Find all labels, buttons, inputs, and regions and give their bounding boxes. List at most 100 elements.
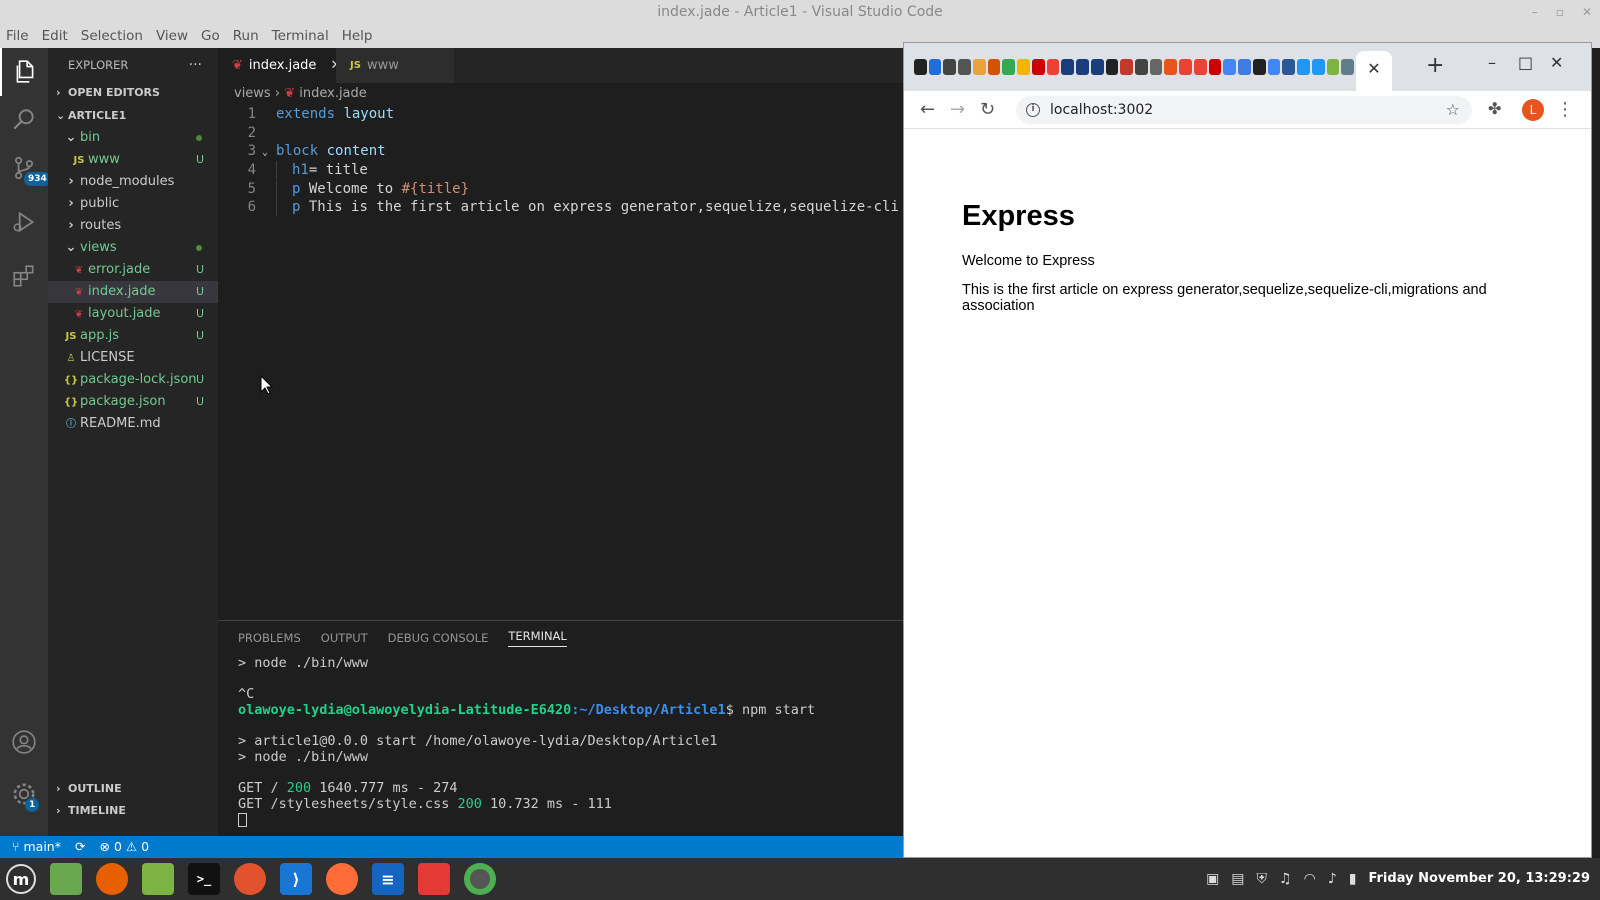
files-folder-icon[interactable] — [50, 863, 82, 895]
battery-icon[interactable]: ▮ — [1349, 858, 1357, 900]
pinned-tab-favicon[interactable] — [1031, 59, 1045, 75]
forward-icon[interactable]: → — [950, 99, 965, 120]
tree-item[interactable]: ♙ LICENSE — [48, 347, 218, 369]
tab-problems[interactable]: PROBLEMS — [238, 631, 301, 645]
pinned-tab-favicon[interactable] — [914, 59, 927, 75]
info-icon[interactable]: i — [1026, 103, 1040, 117]
pinned-tab-favicon[interactable] — [1282, 59, 1296, 75]
active-tab[interactable]: ✕ — [1356, 51, 1392, 91]
more-actions-icon[interactable]: ··· — [189, 48, 202, 82]
terminal-app-icon[interactable]: >_ — [188, 863, 220, 895]
menu-terminal[interactable]: Terminal — [272, 24, 329, 48]
pinned-tab-favicon[interactable] — [1208, 59, 1222, 75]
pinned-tab-favicon[interactable] — [987, 59, 1001, 75]
pinned-tab-favicon[interactable] — [1076, 59, 1089, 75]
terminal[interactable]: > node ./bin/www ^C olawoye-lydia@olawoy… — [218, 655, 903, 828]
postman-alt-icon[interactable] — [326, 863, 358, 895]
close-icon[interactable]: ✕ — [1367, 59, 1380, 78]
tree-item[interactable]: ⌄ bin — [48, 127, 218, 149]
pinned-tab-favicon[interactable] — [1090, 59, 1104, 75]
menu-file[interactable]: File — [6, 24, 29, 48]
chrome-app-icon[interactable] — [464, 863, 496, 895]
camera-icon[interactable]: ▣ — [1206, 858, 1219, 900]
sync-icon[interactable]: ⟳ — [75, 836, 85, 858]
project-section[interactable]: ⌄ ARTICLE1 — [48, 105, 218, 127]
pinned-tab-favicon[interactable] — [943, 59, 957, 75]
close-icon[interactable]: ✕ — [1582, 0, 1592, 24]
menu-help[interactable]: Help — [342, 24, 373, 48]
tab-www[interactable]: JS www — [336, 48, 454, 83]
minimize-icon[interactable]: – — [1532, 0, 1538, 24]
pinned-tab-favicon[interactable] — [1120, 59, 1134, 75]
new-tab-icon[interactable]: + — [1426, 53, 1444, 78]
reload-icon[interactable]: ↻ — [980, 99, 995, 120]
clipboard-icon[interactable]: ▤ — [1231, 858, 1244, 900]
tree-item[interactable]: ❦ error.jade U — [48, 259, 218, 281]
code-editor[interactable]: 1 extends layout 2 3 ⌄ block content 4 h1= t… — [218, 105, 903, 217]
shield-icon[interactable]: ⛨ — [1257, 858, 1268, 900]
extensions-puzzle-icon[interactable]: ✤ — [1488, 99, 1501, 118]
back-icon[interactable]: ← — [920, 99, 935, 120]
music-icon[interactable]: ♫ — [1279, 858, 1292, 900]
tree-item[interactable]: JS www U — [48, 149, 218, 171]
maximize-icon[interactable]: ▫ — [1556, 0, 1564, 24]
pinned-tab-favicon[interactable] — [1179, 59, 1192, 75]
menu-view[interactable]: View — [156, 24, 188, 48]
tree-item[interactable]: › routes — [48, 215, 218, 237]
branch-status[interactable]: ⑂ main* — [12, 836, 61, 858]
timeline-section[interactable]: › TIMELINE — [48, 800, 218, 822]
extensions-activity[interactable] — [0, 252, 48, 300]
outline-section[interactable]: › OUTLINE — [48, 778, 218, 800]
pinned-tab-favicon[interactable] — [1135, 59, 1148, 75]
pinned-tab-favicon[interactable] — [1238, 59, 1251, 75]
pinned-tab-favicon[interactable] — [1311, 59, 1325, 75]
pinned-tab-favicon[interactable] — [1149, 59, 1163, 75]
pinned-tab-favicon[interactable] — [1017, 59, 1030, 75]
explorer-activity[interactable] — [0, 48, 48, 96]
accounts-activity[interactable] — [0, 718, 48, 766]
problems-status[interactable]: ⊗ 0 ⚠ 0 — [99, 836, 149, 858]
pinned-tab-favicon[interactable] — [1267, 59, 1281, 75]
menu-run[interactable]: Run — [233, 24, 259, 48]
pinned-tab-favicon[interactable] — [958, 59, 971, 75]
tree-item[interactable]: ❦ layout.jade U — [48, 303, 218, 325]
bookmark-star-icon[interactable]: ☆ — [1446, 96, 1460, 124]
source-control-activity[interactable]: 934 — [0, 144, 51, 192]
tab-index-jade[interactable]: ❦ index.jade ✕ — [218, 48, 341, 83]
postman-icon[interactable] — [234, 863, 266, 895]
text-editor-icon[interactable]: ≡ — [372, 863, 404, 895]
open-editors-section[interactable]: › OPEN EDITORS — [48, 82, 218, 104]
menu-kebab-icon[interactable]: ⋮ — [1556, 99, 1574, 120]
profile-avatar[interactable]: L — [1522, 99, 1544, 121]
mint-menu-icon[interactable]: m — [6, 864, 36, 894]
pinned-tab-favicon[interactable] — [972, 59, 986, 75]
wifi-icon[interactable]: ◠ — [1304, 858, 1316, 900]
maximize-icon[interactable]: □ — [1518, 53, 1533, 72]
pinned-tab-favicon[interactable] — [1046, 59, 1060, 75]
pinned-tab-favicon[interactable] — [1326, 59, 1340, 75]
tab-terminal[interactable]: TERMINAL — [508, 629, 567, 647]
pinned-tab-favicon[interactable] — [1164, 59, 1178, 75]
pinned-tab-favicon[interactable] — [928, 59, 942, 75]
minimize-icon[interactable]: – — [1488, 53, 1496, 72]
volume-icon[interactable]: ♪ — [1328, 858, 1337, 900]
close-window-icon[interactable]: ✕ — [1550, 53, 1563, 72]
menu-go[interactable]: Go — [201, 24, 220, 48]
address-bar[interactable]: i localhost:3002 ☆ — [1016, 96, 1472, 124]
vscode-app-icon[interactable]: ⟩ — [280, 863, 312, 895]
pinned-tab-favicon[interactable] — [1061, 59, 1075, 75]
tree-item[interactable]: ⌄ views — [48, 237, 218, 259]
pinned-tab-favicon[interactable] — [1252, 59, 1266, 75]
pinned-tab-favicon[interactable] — [1341, 59, 1355, 75]
pinned-tab-favicon[interactable] — [1223, 59, 1237, 75]
tree-item[interactable]: {} package-lock.json U — [48, 369, 218, 391]
tree-item[interactable]: › node_modules — [48, 171, 218, 193]
tree-item[interactable]: ⓘ README.md — [48, 413, 218, 435]
file-manager-icon[interactable] — [142, 863, 174, 895]
pinned-tab-favicon[interactable] — [1105, 59, 1119, 75]
breadcrumb-folder[interactable]: views — [234, 86, 271, 101]
menu-edit[interactable]: Edit — [42, 24, 68, 48]
tree-item[interactable]: JS app.js U — [48, 325, 218, 347]
tree-item[interactable]: {} package.json U — [48, 391, 218, 413]
clock[interactable]: Friday November 20, 13:29:29 — [1368, 858, 1590, 900]
